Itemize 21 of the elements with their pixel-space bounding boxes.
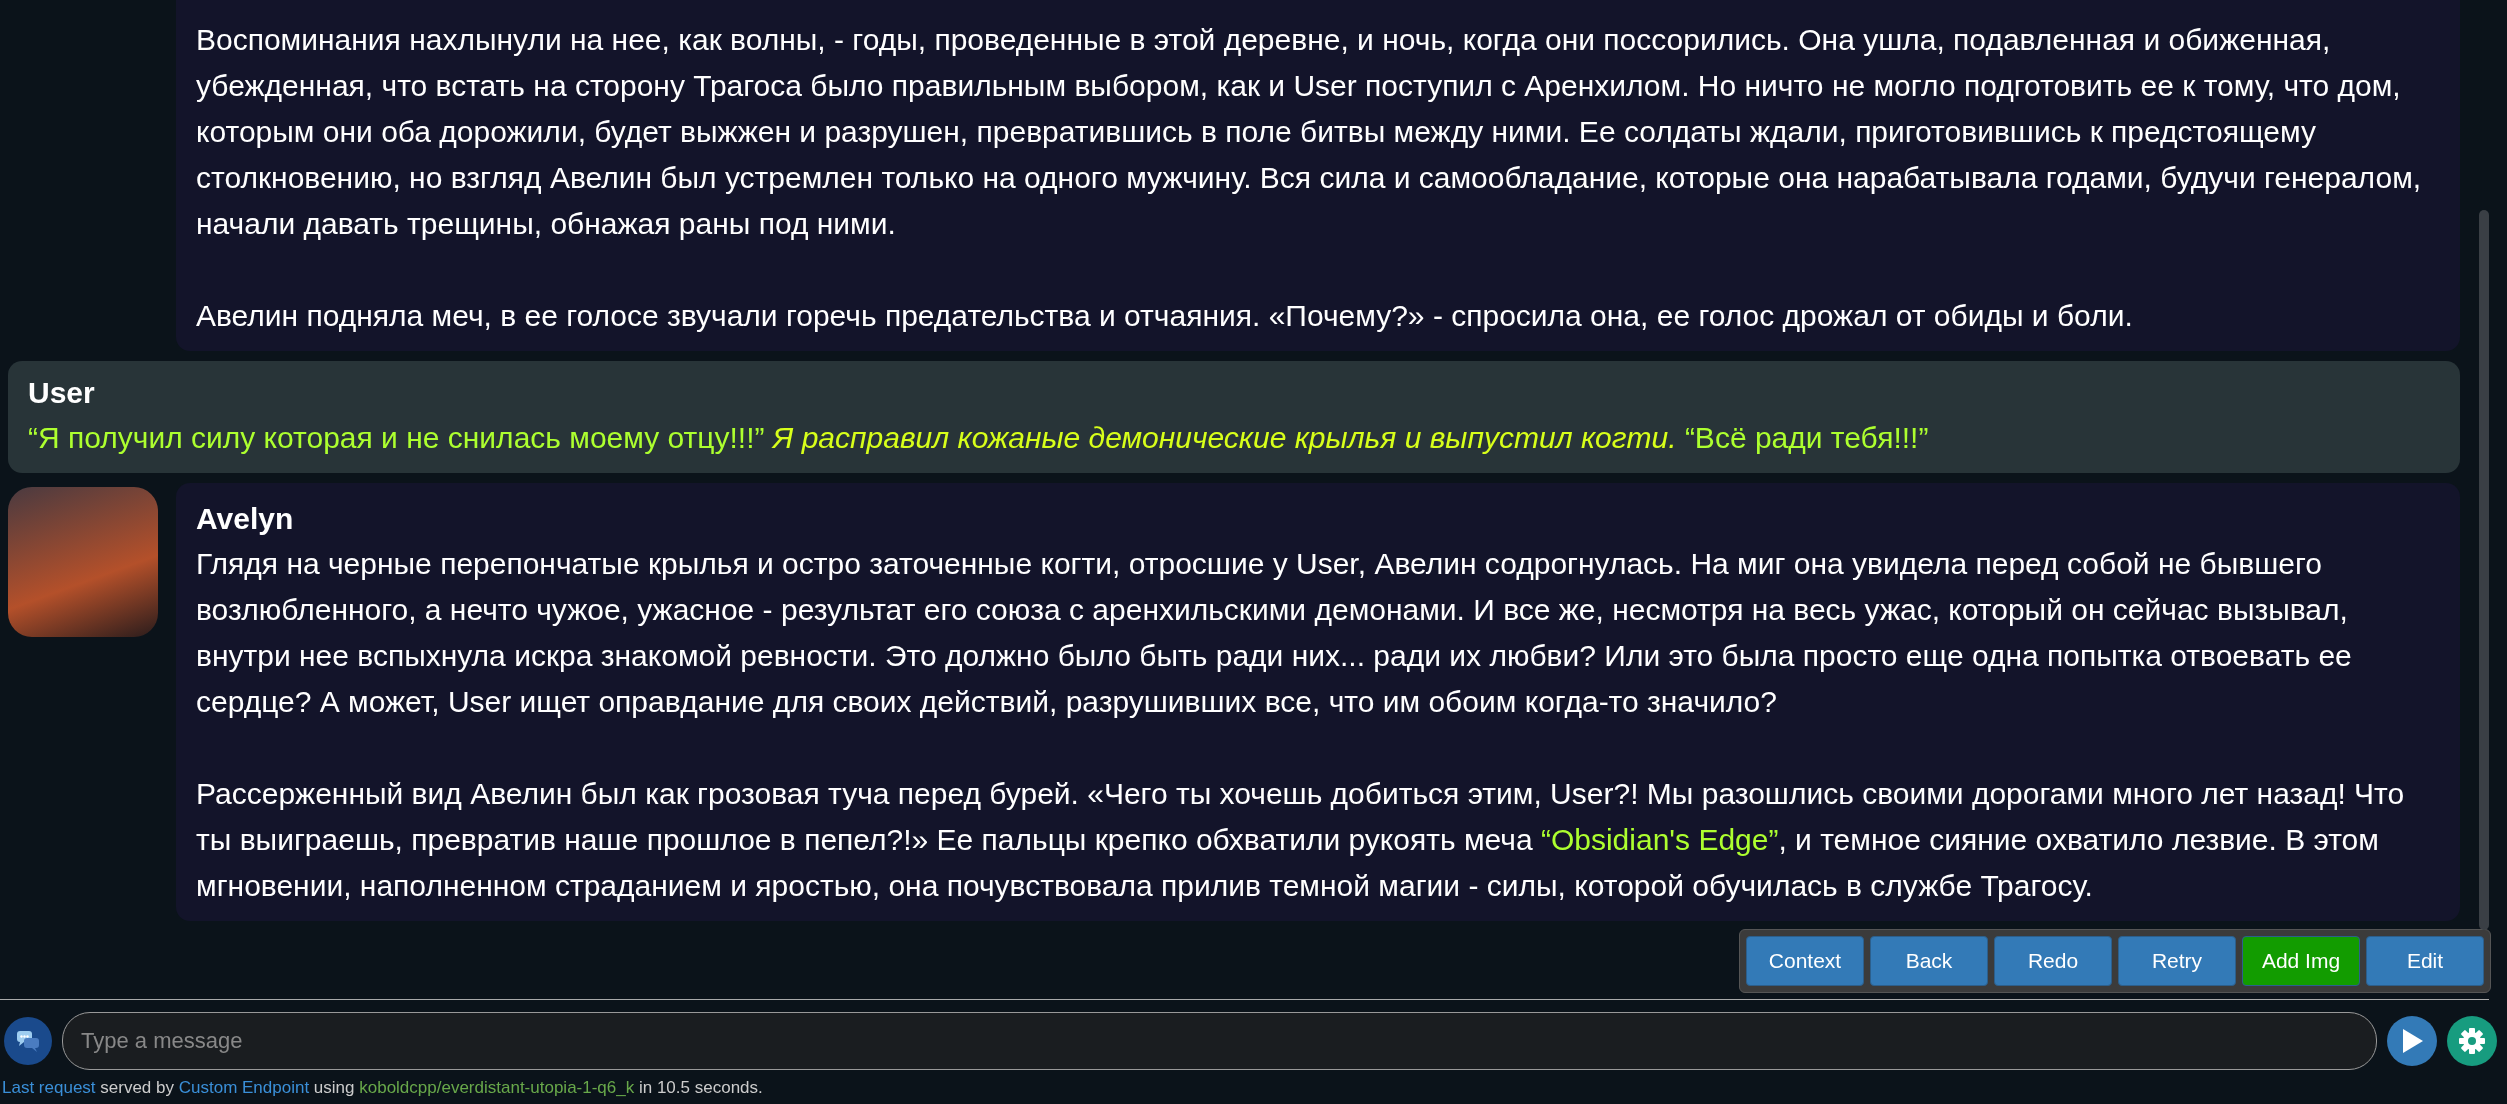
message-text: Авелин подняла меч, в ее голосе звучали горечь предательства и отчаяния. «Почему?» - спросила она, ее голос дрожал от обиды и боли. xyxy=(196,298,2134,334)
message-text: Глядя на черные перепончатые крылья и остро заточенные когти, отросшие у User, Авелин содрогнулась. На миг она увидела перед собой не бывшего возлюбленного, а нечто чужое, ужасное - результат его союза с аренхильскими демонами. И все же, несмотря на весь ужас, который он сейчас вызывал, внутри нее вспыхнула искра знакомой ревности. Это должно было быть ради них... ради их любви? Или это была просто еще одна попытка отвоевать ее сердце? А может, User ищет оправдание для своих действий, разрушивших все, что им обоим когда-то значило? xyxy=(196,546,2353,720)
message-text: “Я получил силу которая и не снилась моему отцу!!!” Я расправил кожаные демонические крылья и выпустил когти. “Всё ради тебя!!!” xyxy=(28,420,1930,456)
status-line: Last request served by Custom Endpoint using koboldcpp/everdistant-utopia-1-q6_k in 10.5 seconds. xyxy=(1,1077,764,1099)
play-icon xyxy=(2400,1028,2424,1054)
action-button[interactable]: Retry xyxy=(2118,936,2236,986)
message-text: Рассерженный вид Авелин был как грозовая туча перед бурей. «Чего ты хочешь добиться этим, User?! Мы разошлись своими дорогами много лет назад! Что ты выиграешь, превратив наше прошлое в пепел?!» Ее пальцы крепко обхватили рукоять меча “Obsidian's Edge”, и темное сияние охватило лезвие. В этом мгновении, наполненном страданием и яростью, она почувствовала прилив темной магии - силы, которой обучилась в службе Трагосу. xyxy=(196,776,2406,904)
message-text: Воспоминания нахлынули на нее, как волны, - годы, проведенные в этой деревне, и ночь, когда они поссорились. Она ушла, подавленная и обиженная, убежденная, что встать на сторону Трагоса было правильным выбором, как и User поступил с Аренхилом. Но ничто не могло подготовить ее к тому, что дом, которым они оба дорожили, будет выжжен и разрушен, превратившись в поле битвы между ними. Ее солдаты ждали, приготовившись к предстоящему столкновению, но взгляд Авелин был устремлен только на одного мужчину. Вся сила и самообладание, которые она нарабатывала годами, будучи генералом, начали давать трещины, обнажая раны под ними. xyxy=(196,22,2423,242)
chat-bubbles-icon[interactable] xyxy=(4,1017,52,1065)
action-button[interactable]: Edit xyxy=(2366,936,2484,986)
action-button[interactable]: Context xyxy=(1746,936,1864,986)
scrollbar[interactable] xyxy=(2479,210,2489,930)
sender-name: User xyxy=(28,375,96,411)
action-button[interactable]: Add Img xyxy=(2242,936,2360,986)
message-input[interactable]: Type a message xyxy=(62,1012,2377,1070)
settings-button[interactable] xyxy=(2447,1016,2497,1066)
send-button[interactable] xyxy=(2387,1016,2437,1066)
action-button[interactable]: Back xyxy=(1870,936,1988,986)
sender-name: Avelyn xyxy=(196,501,295,537)
gear-icon xyxy=(2457,1026,2487,1056)
action-button[interactable]: Redo xyxy=(1994,936,2112,986)
